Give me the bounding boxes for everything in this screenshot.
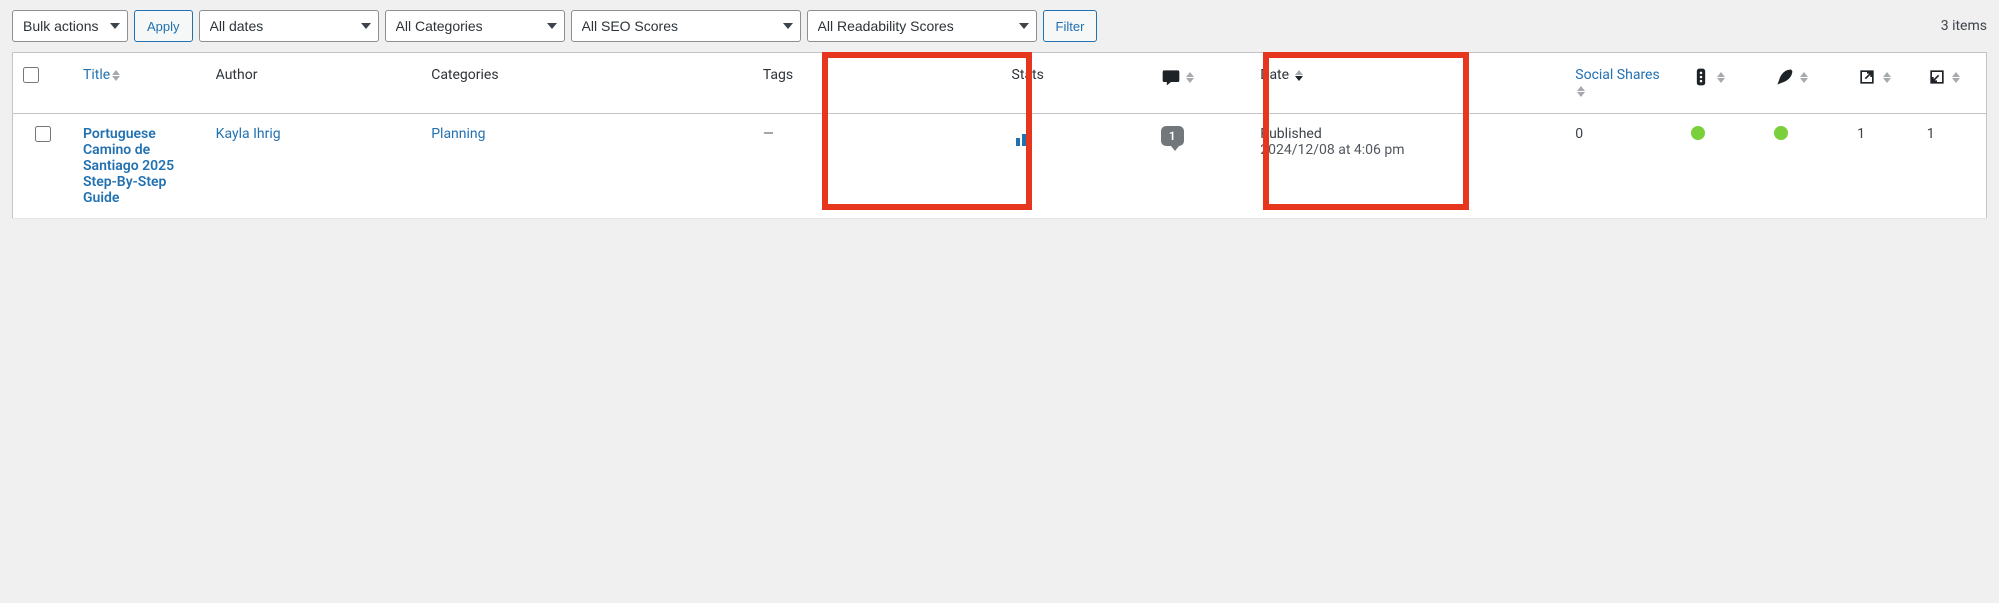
tags-empty: — xyxy=(763,126,774,142)
bulk-actions-select[interactable]: Bulk actions xyxy=(12,10,128,42)
apply-button[interactable]: Apply xyxy=(134,10,193,42)
column-stats: Stats xyxy=(1002,53,1151,114)
column-tags-label: Tags xyxy=(763,67,793,83)
item-count: 3 items xyxy=(1941,18,1987,34)
column-tags: Tags xyxy=(753,53,1002,114)
category-filter-select[interactable]: All Categories xyxy=(385,10,565,42)
outgoing-link-count: 1 xyxy=(1857,126,1865,142)
readability-score-dot xyxy=(1774,126,1788,140)
row-checkbox[interactable] xyxy=(35,126,51,142)
column-outgoing-links[interactable] xyxy=(1847,53,1917,114)
social-shares-count: 0 xyxy=(1575,126,1583,142)
column-social-label: Social Shares xyxy=(1575,67,1659,83)
select-all-checkbox[interactable] xyxy=(23,67,39,83)
category-link[interactable]: Planning xyxy=(431,126,485,142)
link-out-icon xyxy=(1857,69,1880,85)
column-author-label: Author xyxy=(216,67,258,83)
link-in-icon xyxy=(1927,69,1950,85)
table-row: Portuguese Camino de Santiago 2025 Step-… xyxy=(13,114,1987,219)
column-categories-label: Categories xyxy=(431,67,498,83)
column-readability-score[interactable] xyxy=(1764,53,1847,114)
column-stats-label: Stats xyxy=(1012,67,1044,83)
post-status: Published xyxy=(1260,126,1555,142)
seo-score-dot xyxy=(1691,126,1705,140)
column-title-label: Title xyxy=(83,67,110,83)
column-categories: Categories xyxy=(421,53,753,114)
column-social-shares[interactable]: Social Shares xyxy=(1565,53,1681,114)
author-link[interactable]: Kayla Ihrig xyxy=(216,126,281,142)
column-incoming-links[interactable] xyxy=(1917,53,1987,114)
stats-icon[interactable] xyxy=(1012,138,1036,154)
traffic-light-icon xyxy=(1691,69,1714,85)
column-comments[interactable] xyxy=(1151,53,1250,114)
column-title[interactable]: Title xyxy=(73,53,206,114)
post-title-link[interactable]: Portuguese Camino de Santiago 2025 Step-… xyxy=(83,126,196,206)
column-checkbox xyxy=(13,53,74,114)
filter-button[interactable]: Filter xyxy=(1043,10,1098,42)
comment-icon xyxy=(1161,69,1184,85)
comment-count-badge[interactable]: 1 xyxy=(1161,126,1184,146)
column-date-label: Date xyxy=(1260,67,1289,83)
tablenav-top: Bulk actions Apply All dates All Categor… xyxy=(12,0,1987,52)
column-author: Author xyxy=(206,53,422,114)
readability-filter-select[interactable]: All Readability Scores xyxy=(807,10,1037,42)
column-seo-score[interactable] xyxy=(1681,53,1764,114)
post-date: 2024/12/08 at 4:06 pm xyxy=(1260,142,1555,158)
incoming-link-count: 1 xyxy=(1927,126,1935,142)
seo-score-filter-select[interactable]: All SEO Scores xyxy=(571,10,801,42)
column-date[interactable]: Date xyxy=(1250,53,1565,114)
posts-table: Title Author Categories Tags Stats xyxy=(12,52,1987,219)
feather-icon xyxy=(1774,69,1797,85)
date-filter-select[interactable]: All dates xyxy=(199,10,379,42)
